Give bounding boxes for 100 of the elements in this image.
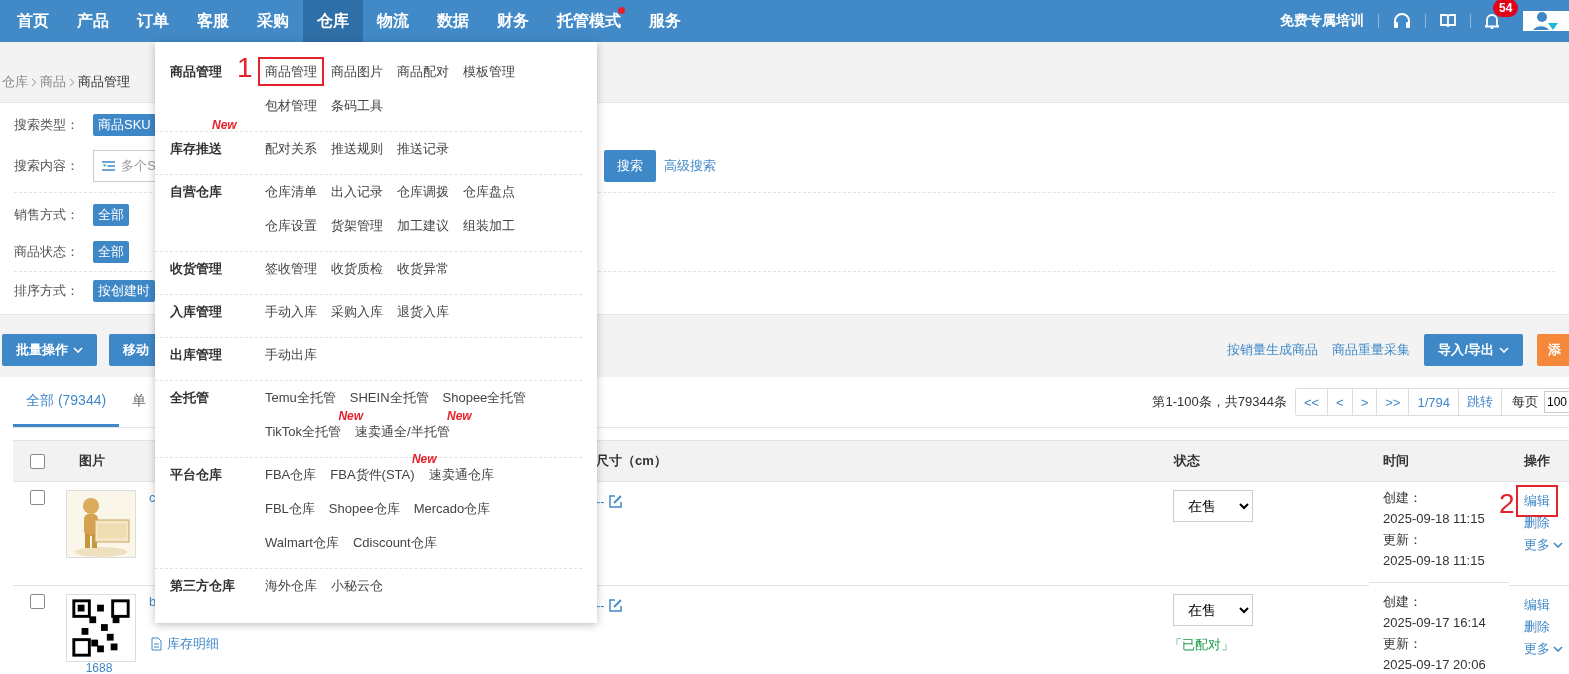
menu-item[interactable]: 仓库盘点	[463, 184, 515, 199]
annotation-number: 1	[237, 54, 253, 82]
menu-item[interactable]: 采购入库	[331, 304, 383, 319]
menu-item[interactable]: FBA仓库	[265, 467, 317, 482]
menu-item[interactable]: SHEIN全托管	[349, 390, 429, 405]
menu-item[interactable]: 推送规则	[331, 141, 383, 156]
menu-item[interactable]: TikTok全托管	[265, 424, 342, 439]
menu-item[interactable]: 退货入库	[397, 304, 449, 319]
new-label: New	[447, 409, 472, 423]
menu-item[interactable]: Cdiscount仓库	[352, 535, 437, 550]
pager-button[interactable]: <<	[1295, 389, 1329, 415]
filter-label: 商品状态：	[14, 243, 80, 261]
time-value: 2025-09-17 16:14	[1383, 614, 1486, 632]
action-link[interactable]: 删除	[1524, 616, 1550, 638]
menu-item[interactable]: 商品管理	[258, 57, 324, 86]
per-page-field[interactable]: 100	[1544, 391, 1569, 413]
nav-item[interactable]: 数据	[423, 0, 483, 42]
filter-tag[interactable]: 商品SKU	[93, 114, 156, 136]
menu-item[interactable]: 签收管理	[265, 261, 317, 276]
filter-tag[interactable]: 全部	[93, 241, 129, 263]
menu-item[interactable]: 货架管理	[331, 218, 383, 233]
menu-item[interactable]: Walmart仓库	[265, 535, 339, 550]
menu-item[interactable]: 推送记录	[397, 141, 449, 156]
tab[interactable]: 单	[119, 377, 160, 427]
menu-item[interactable]: 组装加工	[463, 218, 515, 233]
nav-item[interactable]: 订单	[123, 0, 183, 42]
edit-icon[interactable]	[608, 495, 622, 508]
menu-item[interactable]: 速卖通全/半托管	[355, 424, 450, 439]
product-link[interactable]: c	[149, 490, 156, 505]
menu-item[interactable]: 速卖通仓库	[428, 467, 494, 482]
per-page-label: 每页	[1511, 393, 1539, 411]
menu-item[interactable]: 商品配对	[397, 64, 449, 79]
edit-icon[interactable]	[608, 599, 622, 612]
menu-item[interactable]: Shopee全托管	[442, 390, 527, 405]
tab[interactable]: 全部 (79344)	[13, 377, 120, 427]
menu-item[interactable]: 收货质检	[331, 261, 383, 276]
time-label: 创建：	[1383, 489, 1422, 507]
headset-icon[interactable]	[1393, 13, 1411, 29]
status-select[interactable]: 在售	[1173, 490, 1253, 522]
menu-item[interactable]: 仓库设置	[265, 218, 317, 233]
action-link[interactable]: 更多	[1524, 638, 1563, 660]
menu-section-title: 入库管理	[170, 303, 222, 321]
menu-item[interactable]: 商品图片	[331, 64, 383, 79]
toolbar-button[interactable]: 批量操作	[2, 334, 97, 366]
chevron-right-icon	[31, 77, 37, 87]
menu-item[interactable]: 海外仓库	[265, 578, 317, 593]
menu-section-title: 商品管理	[170, 63, 222, 81]
action-link[interactable]: 编辑	[1516, 485, 1558, 517]
checkbox[interactable]	[30, 594, 45, 609]
source-link[interactable]: 1688	[85, 662, 113, 674]
menu-item[interactable]: FBL仓库	[265, 501, 315, 516]
nav-item[interactable]: 服务	[635, 0, 695, 42]
notification-badge: 54	[1493, 0, 1519, 17]
user-icon[interactable]	[1533, 11, 1559, 31]
breadcrumb-item[interactable]: 仓库	[2, 73, 28, 91]
menu-item[interactable]: 仓库调拨	[397, 184, 449, 199]
new-label: New	[212, 118, 237, 132]
toolbar-link[interactable]: 按销量生成商品	[1227, 341, 1319, 359]
menu-item[interactable]: 小秘云仓	[331, 578, 383, 593]
menu-section-title: 第三方仓库	[170, 577, 235, 595]
menu-item[interactable]: FBA货件(STA)	[330, 467, 415, 482]
menu-item[interactable]: 模板管理	[463, 64, 515, 79]
menu-item[interactable]: 仓库清单	[265, 184, 317, 199]
advanced-search-link[interactable]: 高级搜索	[664, 157, 716, 175]
filter-tag[interactable]: 按创建时	[93, 280, 155, 302]
menu-item[interactable]: 手动入库	[265, 304, 317, 319]
book-icon[interactable]	[1440, 14, 1456, 28]
nav-item[interactable]: 物流	[363, 0, 423, 42]
menu-item[interactable]: 加工建议	[397, 218, 449, 233]
checkbox[interactable]	[30, 453, 45, 469]
toolbar-link[interactable]: 商品重量采集	[1332, 341, 1411, 359]
menu-item[interactable]: Temu全托管	[265, 390, 336, 405]
time-label: 创建：	[1383, 593, 1422, 611]
nav-item[interactable]: 仓库	[303, 0, 363, 42]
nav-item[interactable]: 客服	[183, 0, 243, 42]
filter-tag[interactable]: 全部	[93, 204, 129, 226]
menu-item[interactable]: Mercado仓库	[413, 501, 491, 516]
menu-item[interactable]: 包材管理	[265, 98, 317, 113]
checkbox[interactable]	[30, 490, 45, 505]
menu-item[interactable]: 手动出库	[265, 347, 317, 362]
action-link[interactable]: 编辑	[1524, 594, 1550, 616]
menu-item[interactable]: 出入记录	[331, 184, 383, 199]
nav-item[interactable]: 首页	[3, 0, 63, 42]
filter-label: 排序方式：	[14, 282, 80, 300]
action-link[interactable]: 更多	[1524, 534, 1563, 556]
breadcrumb-item[interactable]: 商品	[40, 73, 66, 91]
training-link[interactable]: 免费专属培训	[1266, 12, 1378, 30]
status-select[interactable]: 在售	[1173, 594, 1253, 626]
search-button[interactable]: 搜索	[604, 150, 656, 182]
nav-item[interactable]: 财务	[483, 0, 543, 42]
menu-item[interactable]: 条码工具	[331, 98, 383, 113]
toolbar-button[interactable]: 导入/导出	[1424, 334, 1523, 366]
nav-item[interactable]: 采购	[243, 0, 303, 42]
menu-item[interactable]: Shopee仓库	[328, 501, 400, 516]
menu-item[interactable]: 收货异常	[397, 261, 449, 276]
bell-icon[interactable]	[1485, 13, 1499, 29]
nav-item[interactable]: 产品	[63, 0, 123, 42]
stock-detail-link[interactable]: 库存明细	[151, 635, 219, 653]
nav-item[interactable]: 托管模式	[543, 0, 635, 42]
menu-item[interactable]: 配对关系	[265, 141, 317, 156]
